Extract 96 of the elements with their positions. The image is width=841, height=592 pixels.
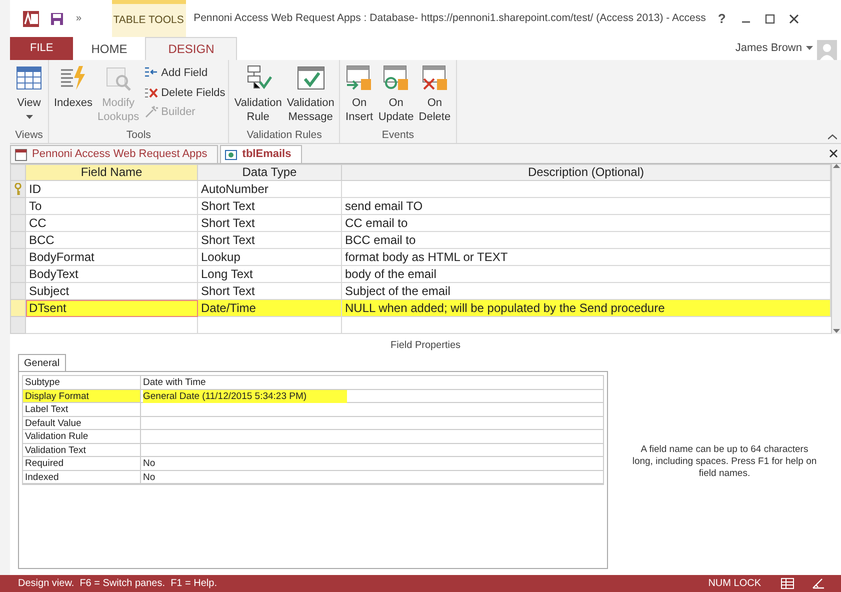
help-button[interactable]: ? bbox=[718, 8, 726, 28]
row-selector[interactable] bbox=[10, 300, 26, 317]
table-cell[interactable]: DTsent bbox=[26, 300, 198, 317]
table-cell[interactable]: BodyFormat bbox=[26, 249, 198, 266]
row-selector[interactable] bbox=[10, 266, 26, 283]
row-selector[interactable] bbox=[10, 232, 26, 249]
column-header: Data Type bbox=[198, 164, 342, 181]
design-view-icon[interactable] bbox=[812, 578, 825, 589]
maximize-icon[interactable] bbox=[764, 12, 776, 24]
table-cell[interactable]: BCC bbox=[26, 232, 198, 249]
table-globe-icon bbox=[225, 148, 238, 160]
property-value[interactable]: No bbox=[143, 470, 347, 484]
context-tab-label: TABLE TOOLS bbox=[112, 0, 186, 37]
table-cell[interactable]: To bbox=[26, 198, 198, 215]
table-cell[interactable]: BodyText bbox=[26, 266, 198, 283]
section-title: Field Properties bbox=[10, 334, 841, 354]
check-window-icon bbox=[296, 64, 325, 92]
row-selector[interactable] bbox=[10, 198, 26, 215]
property-name: Default Value bbox=[23, 416, 141, 429]
table-cell: Short Text bbox=[198, 232, 342, 249]
property-value[interactable]: No bbox=[143, 457, 347, 470]
grid-icon bbox=[15, 64, 43, 92]
scroll-bar[interactable] bbox=[831, 164, 841, 334]
table-arrow-icon bbox=[345, 64, 374, 92]
group-label: Validation Rules bbox=[246, 128, 323, 143]
table-cell[interactable]: ID bbox=[26, 181, 198, 198]
wand-icon bbox=[144, 105, 158, 120]
close-icon[interactable] bbox=[788, 12, 800, 24]
key-icon bbox=[14, 183, 22, 195]
save-icon[interactable] bbox=[50, 12, 64, 26]
property-name: Label Text bbox=[23, 403, 141, 416]
datasheet-view-icon[interactable] bbox=[781, 578, 794, 589]
column-header: Description (Optional) bbox=[342, 164, 831, 181]
property-name: Validation Rule bbox=[23, 430, 141, 442]
table-cell: Long Text bbox=[198, 266, 342, 283]
row-selector[interactable] bbox=[10, 215, 26, 232]
select-all-corner[interactable] bbox=[10, 164, 26, 181]
table-cell: CC email to bbox=[342, 215, 831, 232]
window-title: Pennoni Access Web Request Apps : Database- https://pennoni1.sharepoint.com/test/ (Access 2013) - Access bbox=[194, 10, 706, 26]
ribbon-button[interactable]: On Update bbox=[376, 64, 416, 128]
ribbon-button[interactable]: Delete Fields bbox=[144, 84, 226, 101]
caret-icon bbox=[806, 46, 813, 51]
table-cell: body of the email bbox=[342, 266, 831, 283]
app-icon[interactable] bbox=[22, 10, 40, 28]
table-refresh-icon bbox=[382, 64, 410, 92]
property-name: Indexed bbox=[23, 470, 141, 483]
lightning-icon bbox=[59, 64, 88, 92]
ribbon-button[interactable]: Validation Message bbox=[284, 64, 336, 128]
ribbon-button[interactable]: On Delete bbox=[416, 64, 453, 128]
row-selector[interactable] bbox=[10, 249, 26, 266]
user-menu[interactable]: James Brown bbox=[735, 37, 813, 60]
table-cell: Short Text bbox=[198, 215, 342, 232]
property-tab[interactable]: General bbox=[18, 354, 66, 371]
user-name: James Brown bbox=[735, 41, 802, 56]
group-label: Views bbox=[14, 128, 44, 143]
num-lock-indicator: NUM LOCK bbox=[708, 577, 761, 591]
document-tab[interactable]: Pennoni Access Web Request Apps bbox=[10, 145, 218, 163]
close-icon[interactable] bbox=[829, 149, 838, 158]
group-label: Tools bbox=[125, 128, 152, 143]
property-value[interactable]: General Date (11/12/2015 5:34:23 PM) bbox=[143, 390, 347, 402]
table-cell: AutoNumber bbox=[198, 181, 342, 198]
table-cell[interactable]: CC bbox=[26, 215, 198, 232]
table-cell: Short Text bbox=[198, 198, 342, 215]
ribbon-button[interactable]: View bbox=[13, 64, 45, 128]
ribbon-tab[interactable]: DESIGN bbox=[145, 37, 238, 60]
row-selector[interactable] bbox=[10, 317, 26, 334]
group-label: Events bbox=[380, 128, 415, 143]
property-name: Subtype bbox=[23, 376, 141, 388]
collapse-ribbon-icon[interactable] bbox=[828, 134, 837, 140]
table-cell: send email TO bbox=[342, 198, 831, 215]
ribbon-tab[interactable]: HOME bbox=[73, 37, 146, 60]
ribbon-tab[interactable]: FILE bbox=[10, 37, 74, 60]
form-icon bbox=[15, 148, 27, 160]
table-cell: BCC email to bbox=[342, 232, 831, 249]
delete-x-icon bbox=[144, 86, 158, 100]
avatar-icon[interactable] bbox=[817, 40, 837, 60]
table-cell: Date/Time bbox=[198, 300, 342, 317]
row-selector[interactable] bbox=[10, 283, 26, 300]
ribbon-button[interactable]: Validation Rule bbox=[232, 64, 284, 128]
help-text: A field name can be up to 64 characters long, including spaces. Press F1 for help on field names. bbox=[631, 444, 818, 480]
property-value[interactable]: Date with Time bbox=[143, 376, 347, 389]
table-cell: Lookup bbox=[198, 249, 342, 266]
customize-menu[interactable]: » bbox=[76, 11, 82, 26]
property-name: Required bbox=[23, 457, 141, 470]
status-text: Design view. F6 = Switch panes. F1 = Help. bbox=[18, 577, 217, 591]
property-name: Validation Text bbox=[23, 444, 141, 456]
ribbon-button[interactable]: On Insert bbox=[343, 64, 376, 128]
row-selector[interactable] bbox=[10, 181, 26, 198]
ribbon-button[interactable]: Indexes bbox=[52, 64, 95, 128]
document-tab[interactable]: tblEmails bbox=[220, 145, 302, 163]
table-x-icon bbox=[420, 64, 449, 92]
property-name: Display Format bbox=[23, 390, 141, 402]
table-cell: format body as HTML or TEXT bbox=[342, 249, 831, 266]
column-header: Field Name bbox=[26, 164, 198, 181]
ribbon-button[interactable]: Add Field bbox=[144, 65, 226, 82]
table-cell: NULL when added; will be populated by the Send procedure bbox=[342, 300, 831, 317]
